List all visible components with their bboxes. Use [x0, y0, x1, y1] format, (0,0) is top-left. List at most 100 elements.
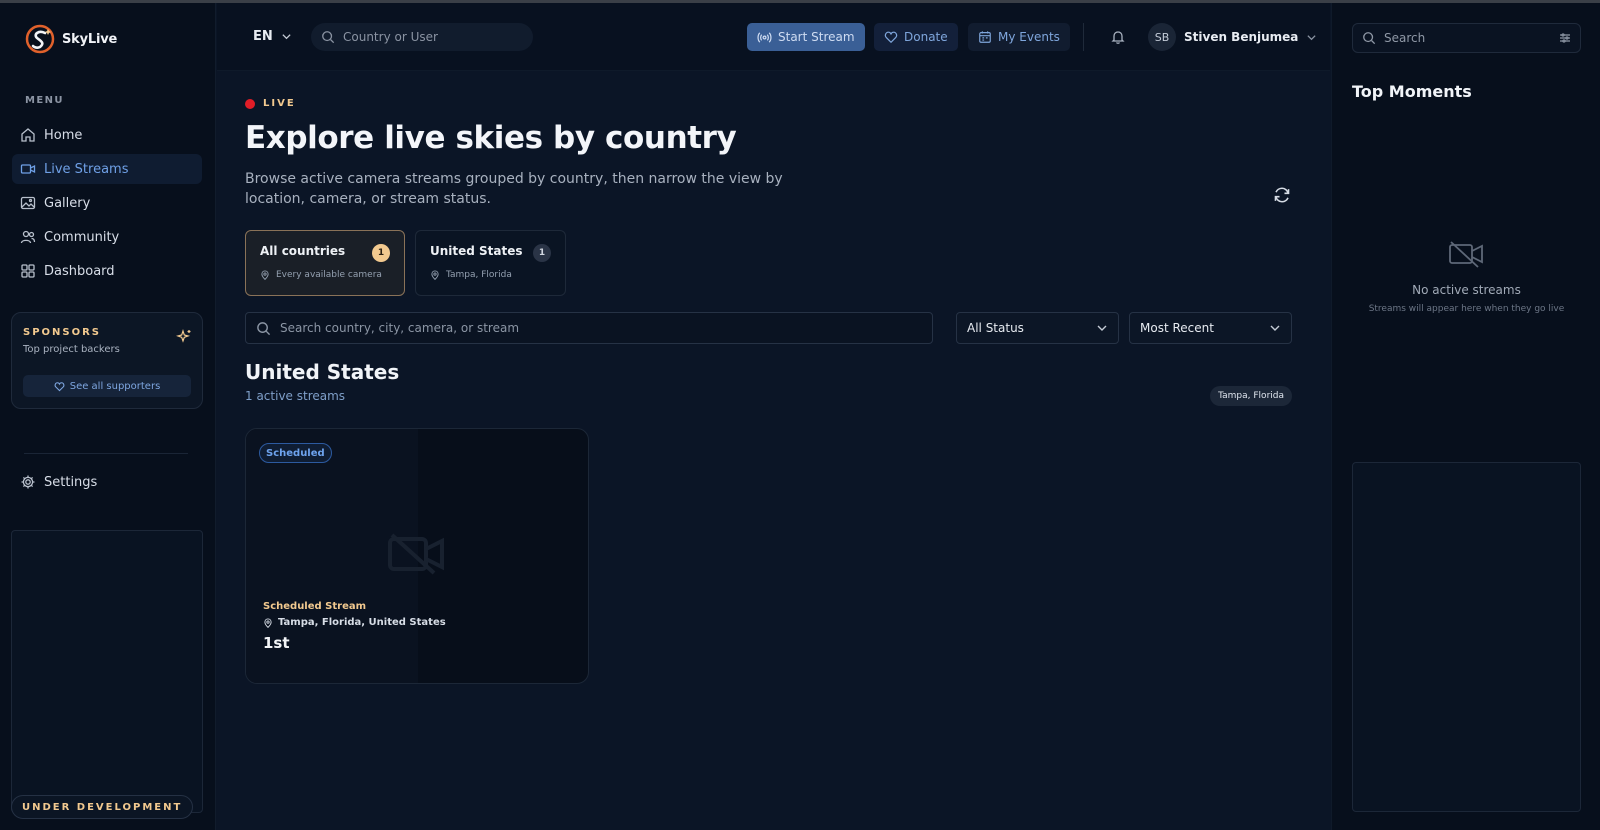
right-search-placeholder: Search	[1384, 31, 1426, 45]
status-badge: Scheduled	[259, 443, 332, 463]
video-off-icon	[388, 533, 444, 575]
topbar-divider	[1083, 23, 1084, 51]
section-title: United States	[245, 360, 400, 384]
chevron-down-icon	[1270, 325, 1280, 331]
country-card-all[interactable]: All countries 1 Every available camera	[245, 230, 405, 296]
avatar: SB	[1148, 23, 1176, 51]
country-card-united-states[interactable]: United States 1 Tampa, Florida	[415, 230, 566, 296]
filter-icon[interactable]	[1559, 32, 1571, 44]
sidebar-nav: Home Live Streams Gallery Community Dash…	[12, 120, 202, 290]
sidebar-item-label: Community	[44, 229, 120, 245]
logo[interactable]: SkyLive	[24, 23, 117, 55]
users-icon	[20, 230, 36, 244]
gear-icon	[21, 475, 35, 489]
right-search-input[interactable]: Search	[1352, 23, 1581, 53]
user-menu[interactable]: SB Stiven Benjumea	[1148, 23, 1317, 51]
sparkle-icon	[176, 329, 191, 343]
start-stream-label: Start Stream	[778, 30, 855, 44]
search-icon	[257, 321, 271, 335]
country-count-badge: 1	[533, 244, 551, 262]
chevron-down-icon	[282, 34, 291, 40]
app-name: SkyLive	[62, 31, 118, 47]
user-name: Stiven Benjumea	[1184, 30, 1299, 44]
stream-location-text: Tampa, Florida, United States	[278, 617, 446, 628]
video-off-icon	[1449, 241, 1483, 268]
search-placeholder: Country or User	[343, 30, 438, 44]
donate-label: Donate	[904, 30, 948, 44]
sidebar-settings: Settings	[12, 467, 202, 501]
sponsors-subtitle: Top project backers	[23, 344, 120, 355]
stream-title: 1st	[263, 634, 290, 652]
location-chip[interactable]: Tampa, Florida	[1210, 386, 1292, 406]
sidebar-item-label: Home	[44, 127, 83, 143]
page-title: Explore live skies by country	[245, 120, 737, 156]
under-development-badge: UNDER DEVELOPMENT	[11, 795, 194, 819]
map-pin-icon	[431, 270, 439, 280]
search-icon	[1363, 32, 1376, 45]
live-indicator: LIVE	[245, 98, 296, 109]
country-subtitle: Every available camera	[260, 270, 382, 280]
map-pin-icon	[261, 270, 269, 280]
skylive-logo-icon	[25, 24, 55, 54]
page-description: Browse active camera streams grouped by …	[245, 171, 783, 207]
sidebar-item-dashboard[interactable]: Dashboard	[12, 256, 202, 286]
sidebar-item-live-streams[interactable]: Live Streams	[12, 154, 202, 184]
top-bar: EN Country or User Start Stream Donate M…	[217, 3, 1330, 71]
sidebar-item-label: Gallery	[44, 195, 91, 211]
sidebar-item-gallery[interactable]: Gallery	[12, 188, 202, 218]
live-dot-icon	[245, 98, 255, 109]
home-icon	[21, 128, 35, 142]
section-stream-count: 1 active streams	[245, 389, 346, 403]
start-stream-button[interactable]: Start Stream	[747, 23, 865, 51]
country-subtitle-text: Tampa, Florida	[446, 270, 512, 280]
image-icon	[20, 196, 36, 210]
sidebar-item-home[interactable]: Home	[12, 120, 202, 150]
sort-select[interactable]: Most Recent	[1129, 312, 1292, 344]
search-icon	[322, 31, 335, 44]
country-user-search[interactable]: Country or User	[311, 23, 533, 51]
sidebar-item-label: Settings	[44, 474, 98, 490]
heart-icon	[884, 31, 898, 44]
broadcast-icon	[757, 31, 772, 43]
sponsors-title: SPONSORS	[23, 327, 102, 338]
main-content: LIVE Explore live skies by country Brows…	[217, 72, 1330, 830]
live-label: LIVE	[263, 98, 296, 109]
calendar-icon	[979, 31, 991, 43]
sort-select-value: Most Recent	[1140, 321, 1214, 335]
see-all-supporters-button[interactable]: See all supporters	[23, 375, 191, 397]
stream-search-input[interactable]: Search country, city, camera, or stream	[245, 312, 933, 344]
donate-button[interactable]: Donate	[874, 23, 958, 51]
sidebar-item-community[interactable]: Community	[12, 222, 202, 252]
menu-title: MENU	[25, 95, 64, 106]
country-subtitle: Tampa, Florida	[430, 270, 512, 280]
heart-icon	[54, 381, 65, 391]
my-events-label: My Events	[998, 30, 1060, 44]
sidebar-item-label: Live Streams	[44, 161, 129, 177]
refresh-icon[interactable]	[1273, 186, 1291, 204]
empty-state-subtitle: Streams will appear here when they go li…	[1368, 304, 1565, 314]
bell-icon[interactable]	[1110, 29, 1126, 45]
top-moments-title: Top Moments	[1352, 82, 1472, 101]
empty-state-title: No active streams	[1412, 283, 1521, 297]
country-name: All countries	[260, 244, 346, 258]
right-panel: Search Top Moments No active streams Str…	[1331, 3, 1600, 830]
sidebar: SkyLive MENU Home Live Streams Gallery C…	[0, 3, 216, 830]
sidebar-item-settings[interactable]: Settings	[12, 467, 202, 497]
status-select[interactable]: All Status	[956, 312, 1119, 344]
see-all-label: See all supporters	[69, 380, 161, 392]
stream-location: Tampa, Florida, United States	[263, 617, 446, 628]
map-pin-icon	[264, 617, 272, 628]
sidebar-item-label: Dashboard	[44, 263, 115, 279]
stream-search-placeholder: Search country, city, camera, or stream	[280, 321, 520, 335]
my-events-button[interactable]: My Events	[968, 23, 1070, 51]
video-icon	[20, 164, 36, 174]
chevron-down-icon	[1097, 325, 1107, 331]
country-subtitle-text: Every available camera	[276, 270, 382, 280]
grid-icon	[21, 264, 35, 278]
language-selector[interactable]: EN	[253, 29, 292, 44]
status-select-value: All Status	[967, 321, 1024, 335]
stream-card[interactable]: Scheduled Scheduled Stream Tampa, Florid…	[245, 428, 589, 684]
country-count-badge: 1	[372, 244, 390, 262]
language-label: EN	[253, 29, 273, 44]
sponsors-card: SPONSORS Top project backers See all sup…	[11, 312, 203, 409]
